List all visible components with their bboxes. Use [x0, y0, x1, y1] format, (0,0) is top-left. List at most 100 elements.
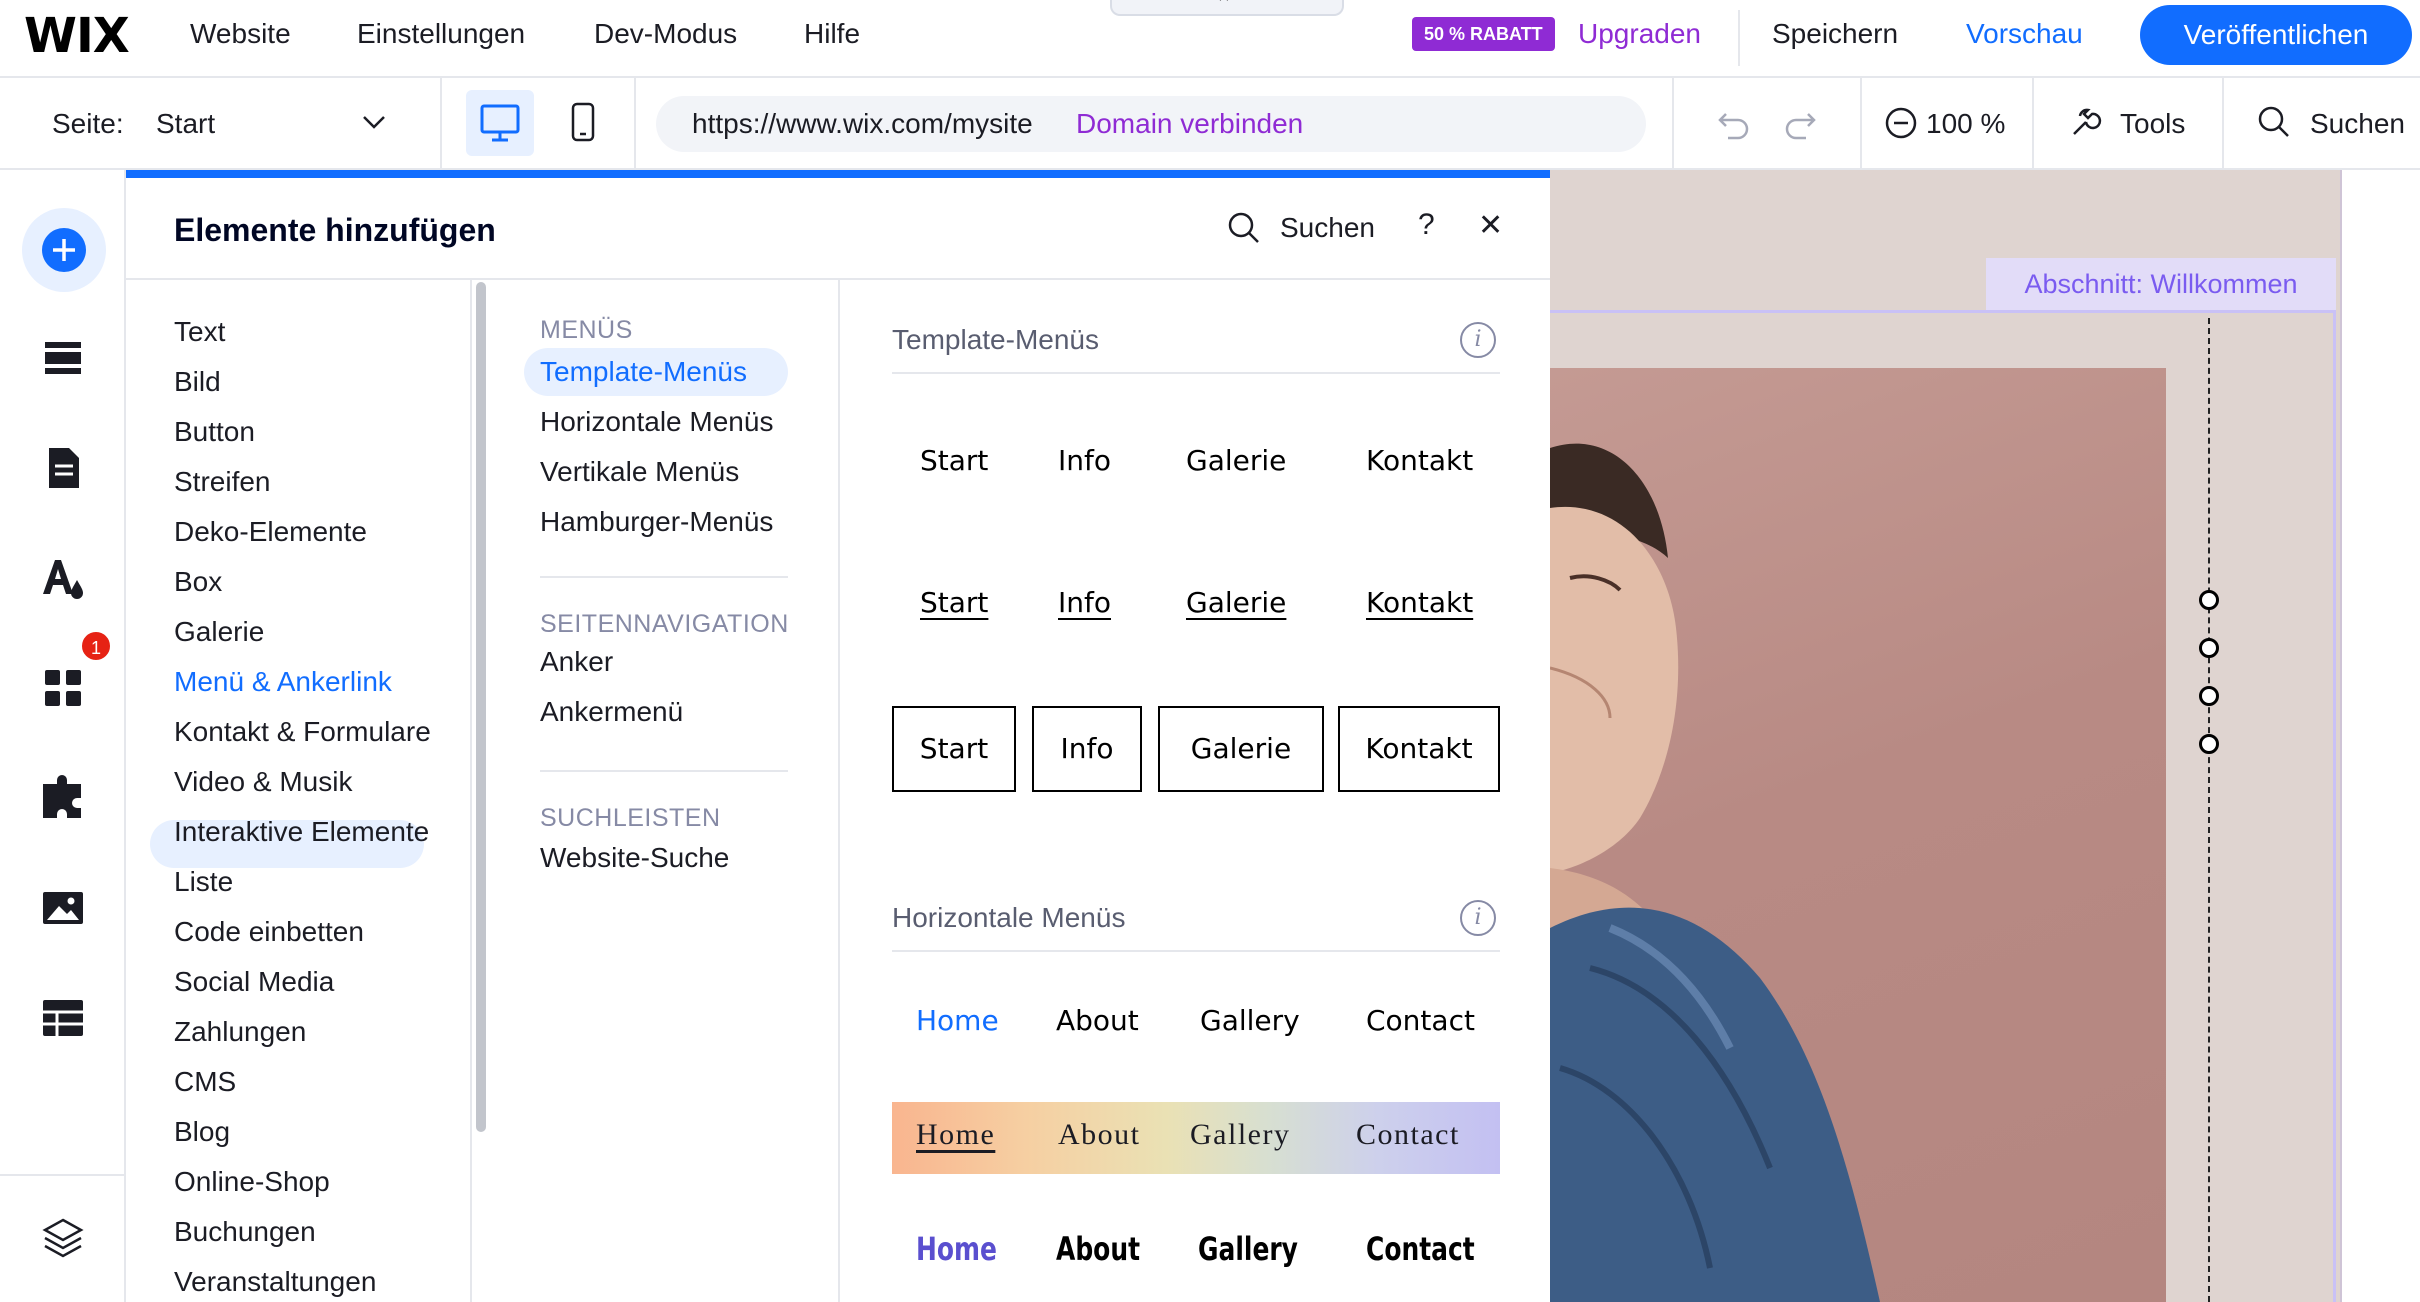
menu-item[interactable]: Start: [920, 586, 988, 619]
menu-item[interactable]: Info: [1058, 444, 1111, 477]
anchor-handle[interactable]: [2199, 734, 2219, 754]
category-video-musik[interactable]: Video & Musik: [174, 766, 352, 798]
menu-website[interactable]: Website: [190, 18, 291, 50]
search-button[interactable]: Suchen: [2310, 108, 2405, 140]
category-text[interactable]: Text: [174, 316, 225, 348]
save-button[interactable]: Speichern: [1772, 18, 1898, 50]
subcategory-vertikale-menus[interactable]: Vertikale Menüs: [540, 456, 739, 488]
panel-search-button[interactable]: Suchen: [1280, 212, 1375, 244]
category-bild[interactable]: Bild: [174, 366, 221, 398]
category-kontakt-formulare[interactable]: Kontakt & Formulare: [174, 716, 431, 748]
tools-icon[interactable]: [2066, 104, 2104, 142]
menu-dev-modus[interactable]: Dev-Modus: [594, 18, 737, 50]
pages-icon[interactable]: [35, 440, 91, 496]
scrollbar[interactable]: [476, 282, 486, 1132]
layers-icon[interactable]: [35, 1210, 91, 1266]
menu-item[interactable]: Kontakt: [1366, 586, 1473, 619]
menu-item[interactable]: Kontakt: [1338, 706, 1500, 792]
notch-close-icon[interactable]: ×: [1218, 0, 1230, 9]
menu-hilfe[interactable]: Hilfe: [804, 18, 860, 50]
category-deko-elemente[interactable]: Deko-Elemente: [174, 516, 367, 548]
top-notch[interactable]: ×: [1110, 0, 1344, 16]
category-liste[interactable]: Liste: [174, 866, 233, 898]
connect-domain-link[interactable]: Domain verbinden: [1076, 108, 1303, 140]
menu-item[interactable]: Galerie: [1186, 444, 1286, 477]
help-button[interactable]: ?: [1418, 208, 1435, 242]
zoom-out-icon[interactable]: [1884, 106, 1918, 140]
anchor-handle[interactable]: [2199, 590, 2219, 610]
media-icon[interactable]: [35, 880, 91, 936]
design-icon[interactable]: [35, 550, 91, 606]
info-icon[interactable]: i: [1460, 900, 1496, 936]
chevron-down-icon[interactable]: [360, 110, 388, 134]
search-icon[interactable]: [2256, 104, 2292, 140]
menu-item[interactable]: Home: [916, 1230, 997, 1268]
subcategory-anker[interactable]: Anker: [540, 646, 613, 678]
menu-item[interactable]: About: [1056, 1230, 1140, 1268]
hero-image[interactable]: [1550, 368, 2166, 1302]
business-icon[interactable]: [35, 770, 91, 826]
menu-item[interactable]: Start: [892, 706, 1016, 792]
subcategory-ankermenu[interactable]: Ankermenü: [540, 696, 683, 728]
menu-item[interactable]: Home: [916, 1118, 995, 1152]
search-icon[interactable]: [1224, 208, 1264, 248]
anchor-handle[interactable]: [2199, 638, 2219, 658]
upgrade-link[interactable]: Upgraden: [1578, 18, 1701, 50]
wix-logo[interactable]: WIX: [24, 8, 130, 64]
menu-item[interactable]: Kontakt: [1366, 444, 1473, 477]
category-streifen[interactable]: Streifen: [174, 466, 271, 498]
menu-einstellungen[interactable]: Einstellungen: [357, 18, 525, 50]
anchor-handle[interactable]: [2199, 686, 2219, 706]
tools-button[interactable]: Tools: [2120, 108, 2185, 140]
category-zahlungen[interactable]: Zahlungen: [174, 1016, 306, 1048]
publish-button[interactable]: Veröffentlichen: [2140, 5, 2412, 65]
menu-item[interactable]: Gallery: [1200, 1004, 1300, 1037]
menu-item[interactable]: Contact: [1356, 1118, 1460, 1152]
category-code-einbetten[interactable]: Code einbetten: [174, 916, 364, 948]
category-social-media[interactable]: Social Media: [174, 966, 334, 998]
menu-item[interactable]: Info: [1058, 586, 1111, 619]
page-selector[interactable]: Start: [156, 108, 215, 140]
add-elements-button[interactable]: [22, 208, 106, 292]
menu-item[interactable]: About: [1056, 1004, 1139, 1037]
menu-item[interactable]: Info: [1032, 706, 1142, 792]
menu-item[interactable]: Start: [920, 444, 988, 477]
category-online-shop[interactable]: Online-Shop: [174, 1166, 330, 1198]
preview-button[interactable]: Vorschau: [1966, 18, 2083, 50]
editor-canvas[interactable]: Abschnitt: Willkommen: [1550, 170, 2420, 1302]
category-cms[interactable]: CMS: [174, 1066, 236, 1098]
menu-item[interactable]: About: [1058, 1118, 1141, 1152]
section-heading-menus: MENÜS: [540, 316, 633, 344]
menu-item[interactable]: Contact: [1366, 1004, 1475, 1037]
category-galerie[interactable]: Galerie: [174, 616, 264, 648]
zoom-level[interactable]: 100 %: [1926, 108, 2005, 140]
menu-item[interactable]: Galerie: [1186, 586, 1286, 619]
category-box[interactable]: Box: [174, 566, 222, 598]
redo-icon[interactable]: [1782, 108, 1818, 140]
menu-item[interactable]: Galerie: [1158, 706, 1324, 792]
menu-item[interactable]: Gallery: [1190, 1118, 1290, 1152]
info-icon[interactable]: i: [1460, 322, 1496, 358]
category-veranstaltungen[interactable]: Veranstaltungen: [174, 1266, 376, 1298]
mobile-view-button[interactable]: [552, 90, 612, 156]
url-bar[interactable]: https://www.wix.com/mysite Domain verbin…: [656, 96, 1646, 152]
section-label[interactable]: Abschnitt: Willkommen: [1986, 258, 2336, 310]
apps-icon[interactable]: [35, 660, 91, 716]
close-button[interactable]: ✕: [1478, 208, 1503, 243]
menu-item[interactable]: Gallery: [1198, 1230, 1298, 1268]
category-button[interactable]: Button: [174, 416, 255, 448]
subcategory-template-menus[interactable]: Template-Menüs: [540, 356, 747, 388]
subcategory-horizontale-menus[interactable]: Horizontale Menüs: [540, 406, 773, 438]
subcategory-website-suche[interactable]: Website-Suche: [540, 842, 729, 874]
subcategory-hamburger-menus[interactable]: Hamburger-Menüs: [540, 506, 773, 538]
category-blog[interactable]: Blog: [174, 1116, 230, 1148]
sections-icon[interactable]: [35, 330, 91, 386]
menu-item[interactable]: Contact: [1366, 1230, 1475, 1268]
cms-icon[interactable]: [35, 990, 91, 1046]
undo-icon[interactable]: [1716, 108, 1752, 140]
category-menu-ankerlink[interactable]: Menü & Ankerlink: [174, 666, 392, 698]
category-buchungen[interactable]: Buchungen: [174, 1216, 316, 1248]
category-interaktive-elemente[interactable]: Interaktive Elemente: [174, 816, 429, 848]
menu-item[interactable]: Home: [916, 1004, 999, 1037]
desktop-view-button[interactable]: [466, 90, 534, 156]
